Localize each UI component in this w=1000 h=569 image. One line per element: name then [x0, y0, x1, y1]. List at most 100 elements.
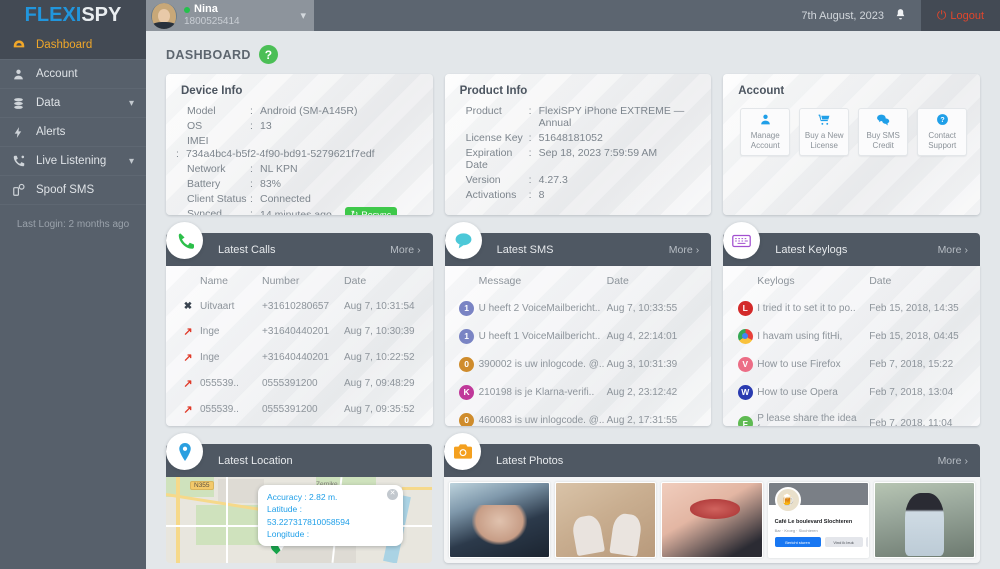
latest-keylogs-panel: Latest Keylogs More › Keylogs Date L I t…	[723, 222, 980, 426]
table-row[interactable]: 1 U heeft 2 VoiceMailbericht.. Aug 7, 10…	[445, 294, 712, 322]
device-info-row-model: Model : Android (SM-A145R)	[166, 103, 433, 118]
table-row[interactable]: ↗ Inge +31640440201 Aug 7, 10:30:39	[166, 318, 433, 344]
manage-account-button[interactable]: Manage Account	[740, 108, 791, 156]
call-date: Aug 7, 09:35:52	[344, 403, 415, 415]
table-row[interactable]: ↗ Inge +31640440201 Aug 7, 10:22:52	[166, 344, 433, 370]
column-header: Date	[344, 275, 367, 287]
popup-longitude-label: Longitude :	[267, 528, 310, 539]
call-number: 0555391200	[262, 403, 318, 415]
map-pin-icon	[166, 433, 203, 470]
more-label: More	[668, 243, 693, 256]
row-separator: :	[528, 188, 532, 201]
table-row[interactable]: L I tried it to set it to po.. Feb 15, 2…	[723, 294, 980, 322]
logout-button[interactable]: ⏻ Logout	[921, 0, 1000, 31]
photos-grid: 🍺 Café Le boulevard Slochteren Bar · Kro…	[444, 477, 980, 563]
buy-sms-credit-button[interactable]: Buy SMS Credit	[858, 108, 909, 156]
shopping-cart-icon	[817, 113, 831, 128]
call-name: Uitvaart	[200, 300, 235, 312]
user-selector[interactable]: Nina 1800525414 ▾	[146, 0, 314, 31]
buy-new-license-button[interactable]: Buy a New License	[799, 108, 850, 156]
tile-label: Contact Support	[928, 131, 957, 150]
sidebar-item-data[interactable]: Data ▾	[0, 89, 146, 118]
table-row[interactable]: 0 460083 is uw inlogcode. @.. Aug 2, 17:…	[445, 406, 712, 426]
row-separator: :	[250, 163, 253, 175]
person-icon	[12, 68, 34, 81]
call-name: Inge	[200, 351, 220, 363]
keylog-date: Feb 7, 2018, 15:22	[869, 358, 954, 370]
chevron-down-icon[interactable]: ▾	[300, 9, 306, 22]
close-icon[interactable]: ✕	[387, 489, 398, 500]
product-info-row: Product : FlexiSPY iPhone EXTREME — Annu…	[445, 103, 712, 130]
row-separator: :	[528, 173, 532, 186]
resync-label: Resync	[361, 209, 392, 216]
column-header: Date	[606, 275, 629, 287]
product-info-row: License Key : 51648181052	[445, 130, 712, 145]
person-icon	[759, 113, 772, 128]
panel-title: Latest Keylogs	[775, 243, 848, 256]
table-row[interactable]: F P lease share the idea for.. Feb 7, 20…	[723, 406, 980, 426]
app-avatar: W	[737, 384, 753, 400]
device-info-title: Device Info	[181, 85, 243, 97]
panel-body: Name Number Date ✖ Uitvaart +31610280657…	[166, 266, 433, 426]
phone-bubble-icon	[12, 183, 34, 197]
sidebar-item-spoof-sms[interactable]: Spoof SMS	[0, 176, 146, 205]
panel-header: Latest Location	[166, 444, 433, 477]
row-separator: :	[250, 193, 253, 205]
call-number: +31640440201	[262, 351, 330, 363]
table-row[interactable]: ✖ Uitvaart +31610280657 Aug 7, 10:31:54	[166, 294, 433, 318]
sidebar-item-dashboard[interactable]: Dashboard	[0, 31, 146, 60]
help-icon[interactable]: ?	[258, 45, 278, 64]
brand-logo[interactable]: FLEXISPY	[0, 0, 146, 31]
call-name: Inge	[200, 325, 220, 337]
resync-button[interactable]: ↻ Resync	[344, 207, 398, 216]
photo-thumbnail[interactable]	[555, 482, 657, 558]
more-link[interactable]: More ›	[938, 455, 968, 467]
sender-avatar: 0	[459, 412, 475, 426]
table-row[interactable]: I havam using fitHi, Feb 15, 2018, 04:45	[723, 322, 980, 350]
map-view[interactable]: N355 Zernike ✕ Accuracy : 2.82 m. Latitu…	[166, 477, 433, 563]
photo-thumbnail[interactable]	[661, 482, 763, 558]
row-value: Sep 18, 2023 7:59:59 AM	[538, 146, 658, 159]
sidebar-item-live-listening[interactable]: Live Listening ▾	[0, 147, 146, 176]
table-row[interactable]: 0 390002 is uw inlogcode. @.. Aug 3, 10:…	[445, 350, 712, 378]
keylog-date: Feb 15, 2018, 04:45	[869, 330, 959, 342]
calls-table: Name Number Date ✖ Uitvaart +31610280657…	[166, 266, 433, 422]
table-row[interactable]: W How to use Opera Feb 7, 2018, 13:04	[723, 378, 980, 406]
table-row[interactable]: ↗ 055539.. 0555391200 Aug 7, 09:48:29	[166, 370, 433, 396]
panel-header: Latest Keylogs More ›	[723, 233, 980, 266]
call-date: Aug 7, 10:30:39	[344, 325, 415, 337]
row-key: Model	[187, 104, 216, 117]
online-status-dot	[184, 6, 190, 13]
power-icon: ⏻	[936, 8, 947, 22]
sidebar-item-account[interactable]: Account	[0, 60, 146, 89]
table-row[interactable]: 1 U heeft 1 VoiceMailbericht.. Aug 4, 22…	[445, 322, 712, 350]
device-info-row-imei-value: : 734a4bc4-b5f2-4f90-bd91-5279621f7edf	[166, 147, 433, 162]
column-header: Date	[869, 275, 892, 287]
table-row[interactable]: ↗ 055539.. 0555391200 Aug 7, 09:35:52	[166, 396, 433, 422]
phone-icon	[166, 222, 203, 259]
table-row[interactable]: V How to use Firefox Feb 7, 2018, 15:22	[723, 350, 980, 378]
table-row[interactable]: K 210198 is je Klarna-verifi.. Aug 2, 23…	[445, 378, 712, 406]
photo-thumbnail[interactable]	[873, 482, 975, 558]
device-info-row-battery: Battery : 83%	[166, 177, 433, 192]
more-link[interactable]: More ›	[669, 244, 699, 256]
photo-thumbnail[interactable]: 🍺 Café Le boulevard Slochteren Bar · Kro…	[767, 482, 869, 558]
photo-thumbnail[interactable]	[449, 482, 551, 558]
keylog-message: I tried it to set it to po..	[757, 302, 856, 314]
sms-date: Aug 3, 10:31:39	[606, 358, 678, 370]
row-key: OS	[187, 119, 203, 132]
tile-label: Buy a New License	[804, 131, 844, 150]
camera-icon	[444, 433, 482, 470]
sender-avatar: 1	[459, 300, 475, 316]
notification-bell-icon[interactable]	[894, 8, 907, 24]
more-link[interactable]: More ›	[938, 244, 968, 256]
table-header-row: Message Date	[445, 266, 712, 294]
logout-label: Logout	[950, 9, 985, 22]
popup-latitude-value: 53.227317810058594	[267, 516, 350, 527]
chevron-right-icon: ›	[417, 243, 421, 256]
contact-support-button[interactable]: ? Contact Support	[917, 108, 968, 156]
row-value: 4.27.3	[538, 173, 568, 186]
more-link[interactable]: More ›	[390, 244, 420, 256]
sidebar-item-alerts[interactable]: Alerts	[0, 118, 146, 147]
device-info-row-network: Network : NL KPN	[166, 162, 433, 177]
